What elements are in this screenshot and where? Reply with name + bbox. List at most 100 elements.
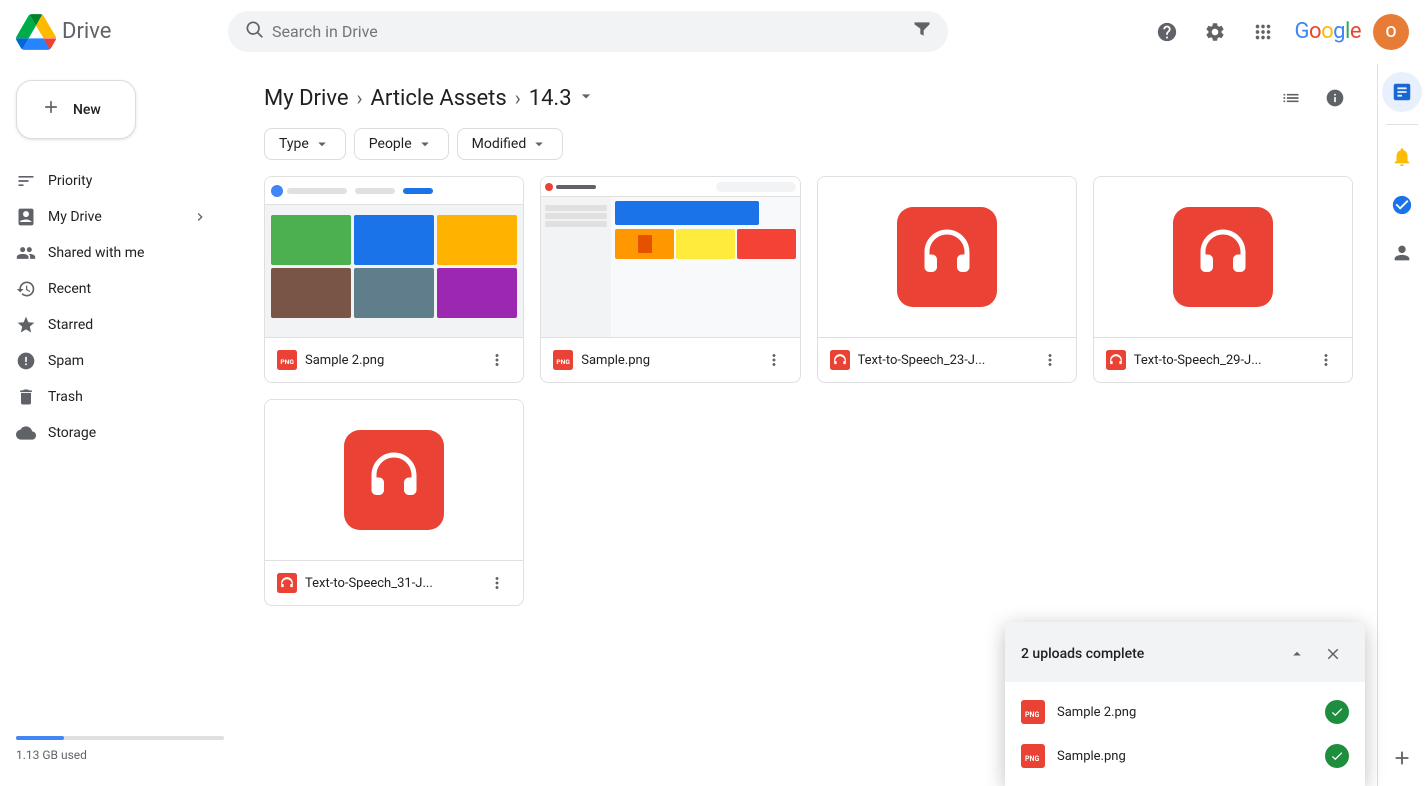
svg-text:PNG: PNG xyxy=(1025,755,1039,763)
headphone-svg-tts23 xyxy=(917,227,977,287)
search-bar[interactable] xyxy=(228,11,948,52)
png-file-icon: PNG xyxy=(277,350,297,370)
breadcrumb: My Drive › Article Assets › 14.3 xyxy=(264,64,1353,128)
sidebar-item-my-drive[interactable]: My Drive xyxy=(0,199,224,235)
trash-icon xyxy=(16,387,36,407)
google-logo: Google xyxy=(1295,19,1361,44)
file-name-sample2: Sample 2.png xyxy=(305,353,384,368)
upload-file-name-sample2: Sample 2.png xyxy=(1057,705,1136,720)
right-panel xyxy=(1377,64,1425,786)
file-more-btn-tts23[interactable] xyxy=(1036,346,1064,374)
sidebar-item-label: Trash xyxy=(48,389,83,405)
file-info-tts23: Text-to-Speech_23-J... xyxy=(818,337,1076,382)
search-input[interactable] xyxy=(272,22,904,41)
file-card-tts31[interactable]: Text-to-Speech_31-J... xyxy=(264,399,524,606)
drive-logo-icon xyxy=(16,12,56,52)
sidebar-item-label: Spam xyxy=(48,353,84,369)
upload-check-sample2 xyxy=(1325,700,1349,724)
file-name-tts29: Text-to-Speech_29-J... xyxy=(1134,353,1262,368)
file-card-tts29[interactable]: Text-to-Speech_29-J... xyxy=(1093,176,1353,383)
help-button[interactable] xyxy=(1147,12,1187,52)
png-file-icon-2: PNG xyxy=(553,350,573,370)
sidebar-item-storage[interactable]: Storage xyxy=(0,415,224,451)
search-filter-icon[interactable] xyxy=(912,19,932,44)
sidebar: New Priority My Drive xyxy=(0,64,240,786)
avatar[interactable]: O xyxy=(1373,14,1409,50)
headphone-svg-tts29 xyxy=(1193,227,1253,287)
breadcrumb-dropdown-icon[interactable] xyxy=(576,86,596,110)
file-card-tts23[interactable]: Text-to-Speech_23-J... xyxy=(817,176,1077,383)
upload-collapse-button[interactable] xyxy=(1281,638,1313,670)
filter-type[interactable]: Type xyxy=(264,128,346,160)
breadcrumb-article-assets[interactable]: Article Assets xyxy=(371,86,507,111)
filter-modified-arrow xyxy=(530,135,548,153)
file-thumbnail-tts29 xyxy=(1094,177,1352,337)
svg-text:PNG: PNG xyxy=(280,358,294,366)
right-panel-tasks-icon[interactable] xyxy=(1382,185,1422,225)
panel-divider xyxy=(1386,124,1418,125)
new-button-label: New xyxy=(73,102,101,118)
file-name-tts23: Text-to-Speech_23-J... xyxy=(858,353,986,368)
right-panel-sheets-icon[interactable] xyxy=(1382,72,1422,112)
sidebar-item-starred[interactable]: Starred xyxy=(0,307,224,343)
right-panel-contacts-icon[interactable] xyxy=(1382,233,1422,273)
filter-people[interactable]: People xyxy=(354,128,449,160)
file-more-btn-tts31[interactable] xyxy=(483,569,511,597)
breadcrumb-my-drive[interactable]: My Drive xyxy=(264,86,349,111)
upload-item-left: PNG Sample.png xyxy=(1021,744,1313,768)
sidebar-item-label: Starred xyxy=(48,317,93,333)
upload-notification: 2 uploads complete PNG Sample 2.png xyxy=(1005,622,1365,786)
file-info-tts29: Text-to-Speech_29-J... xyxy=(1094,337,1352,382)
svg-text:PNG: PNG xyxy=(1025,711,1039,719)
apps-button[interactable] xyxy=(1243,12,1283,52)
topbar-right: Google O xyxy=(1147,12,1409,52)
spam-icon xyxy=(16,351,36,371)
sidebar-item-label: Storage xyxy=(48,425,96,441)
settings-button[interactable] xyxy=(1195,12,1235,52)
filter-row: Type People Modified xyxy=(264,128,1353,160)
file-info-sample: PNG Sample.png xyxy=(541,337,799,382)
file-info-left: PNG Sample 2.png xyxy=(277,350,384,370)
storage-bar xyxy=(16,736,224,740)
file-card-sample[interactable]: PNG Sample.png xyxy=(540,176,800,383)
filter-type-label: Type xyxy=(279,136,309,152)
file-info-tts31: Text-to-Speech_31-J... xyxy=(265,560,523,605)
file-thumbnail-sample xyxy=(541,177,799,337)
sidebar-item-spam[interactable]: Spam xyxy=(0,343,224,379)
upload-item-sample: PNG Sample.png xyxy=(1005,734,1365,778)
upload-item-icon-sample: PNG xyxy=(1021,744,1045,768)
list-view-button[interactable] xyxy=(1273,80,1309,116)
breadcrumb-sep-1: › xyxy=(357,86,363,110)
file-card-sample2[interactable]: PNG Sample 2.png xyxy=(264,176,524,383)
sidebar-item-priority[interactable]: Priority xyxy=(0,163,224,199)
audio-file-icon-tts29 xyxy=(1106,350,1126,370)
headphone-svg-tts31 xyxy=(364,450,424,510)
file-more-btn-sample2[interactable] xyxy=(483,346,511,374)
my-drive-icon xyxy=(16,207,36,227)
breadcrumb-current-label: 14.3 xyxy=(529,86,572,111)
breadcrumb-sep-2: › xyxy=(515,86,521,110)
new-button[interactable]: New xyxy=(16,80,136,139)
audio-preview-tts23 xyxy=(818,177,1076,337)
file-grid: PNG Sample 2.png xyxy=(264,176,1353,622)
upload-close-button[interactable] xyxy=(1317,638,1349,670)
file-info-left: Text-to-Speech_23-J... xyxy=(830,350,986,370)
filter-people-label: People xyxy=(369,136,412,152)
app-title: Drive xyxy=(62,19,111,44)
storage-used-text: 1.13 GB used xyxy=(16,748,87,762)
upload-header-actions xyxy=(1281,638,1349,670)
filter-modified[interactable]: Modified xyxy=(457,128,564,160)
right-panel-notifications-icon[interactable] xyxy=(1382,137,1422,177)
sidebar-item-shared[interactable]: Shared with me xyxy=(0,235,224,271)
file-more-btn-sample[interactable] xyxy=(760,346,788,374)
sidebar-item-trash[interactable]: Trash xyxy=(0,379,224,415)
sidebar-item-recent[interactable]: Recent xyxy=(0,271,224,307)
file-more-btn-tts29[interactable] xyxy=(1312,346,1340,374)
breadcrumb-actions xyxy=(1273,80,1353,116)
upload-title: 2 uploads complete xyxy=(1021,646,1144,662)
sidebar-item-label: Recent xyxy=(48,281,91,297)
audio-icon-box-tts23 xyxy=(897,207,997,307)
svg-text:PNG: PNG xyxy=(557,358,571,366)
info-button[interactable] xyxy=(1317,80,1353,116)
right-panel-add-icon[interactable] xyxy=(1382,738,1422,778)
